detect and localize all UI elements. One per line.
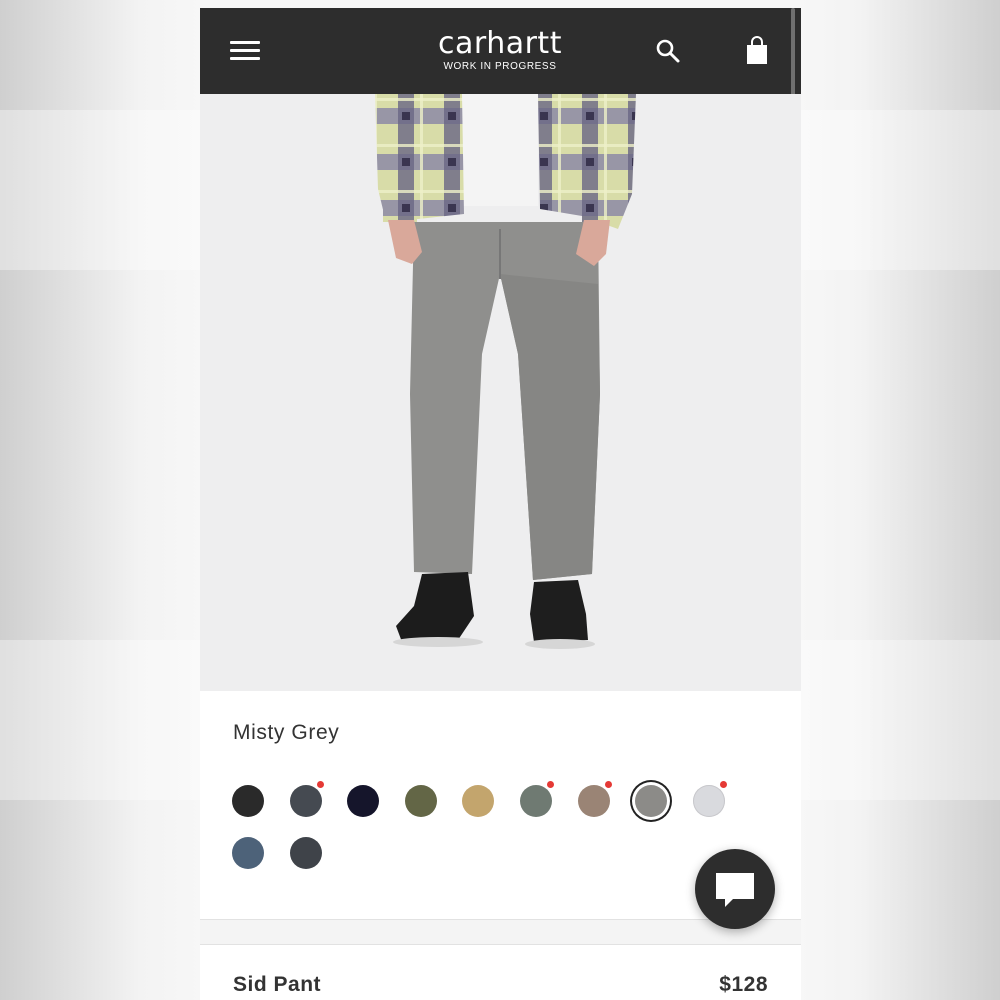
brand-name: carhartt [438,26,562,61]
hamburger-menu-icon[interactable] [230,41,260,61]
new-indicator [547,781,554,788]
brand-logo[interactable]: carhartt WORK IN PROGRESS [400,28,600,73]
shopping-bag-icon[interactable] [746,36,768,66]
phone-screen: carhartt WORK IN PROGRESS Misty Grey Sid… [200,8,801,1000]
color-swatch-selected[interactable] [635,785,667,817]
color-swatch[interactable] [578,781,612,817]
color-swatch[interactable] [232,785,264,817]
chat-bubble-icon [716,873,754,907]
color-swatch[interactable] [347,785,379,817]
product-image[interactable] [200,94,801,691]
color-swatch[interactable] [520,781,554,817]
chat-button[interactable] [695,849,775,929]
search-icon[interactable] [655,38,681,64]
color-swatch[interactable] [462,785,494,817]
new-indicator [605,781,612,788]
brand-tagline: WORK IN PROGRESS [443,61,557,72]
product-photo [375,94,636,649]
color-swatch[interactable] [232,837,264,869]
color-swatch[interactable] [693,781,727,817]
product-price: $128 [719,973,768,996]
selected-color-name: Misty Grey [233,721,340,744]
color-swatch[interactable] [290,837,322,869]
new-indicator [317,781,324,788]
product-info: Sid Pant $128 [200,945,801,1000]
color-swatch[interactable] [405,785,437,817]
color-swatch[interactable] [290,781,324,817]
site-header: carhartt WORK IN PROGRESS [200,8,801,288]
product-name: Sid Pant [233,973,322,996]
new-indicator [720,781,727,788]
